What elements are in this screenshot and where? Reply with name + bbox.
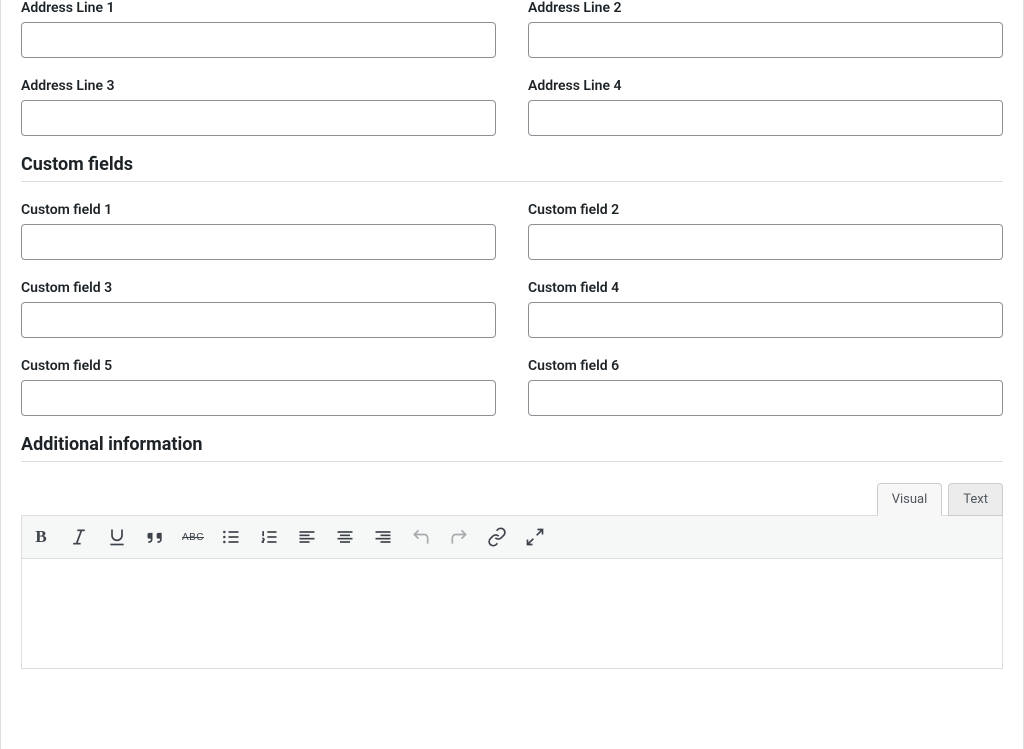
custom-field-1-label: Custom field 1: [21, 202, 496, 218]
numbered-list-icon: [259, 527, 279, 547]
redo-button[interactable]: [444, 522, 474, 552]
underline-button[interactable]: [102, 522, 132, 552]
additional-info-heading: Additional information: [21, 434, 1003, 455]
address-line-1-input[interactable]: [21, 22, 496, 58]
fullscreen-icon: [525, 527, 545, 547]
address-line-3-label: Address Line 3: [21, 78, 496, 94]
undo-icon: [411, 527, 431, 547]
editor-tab-visual[interactable]: Visual: [877, 483, 943, 516]
underline-icon: [107, 527, 127, 547]
fullscreen-button[interactable]: [520, 522, 550, 552]
redo-icon: [449, 527, 469, 547]
address-line-1-label: Address Line 1: [21, 0, 496, 16]
undo-button[interactable]: [406, 522, 436, 552]
custom-field-4-input[interactable]: [528, 302, 1003, 338]
section-divider: [21, 181, 1003, 182]
align-center-button[interactable]: [330, 522, 360, 552]
bold-icon: B: [35, 527, 46, 547]
custom-field-2-label: Custom field 2: [528, 202, 1003, 218]
custom-field-5-label: Custom field 5: [21, 358, 496, 374]
editor-content[interactable]: [21, 559, 1003, 669]
address-fields-grid: Address Line 1 Address Line 2 Address Li…: [21, 0, 1003, 136]
strikethrough-icon: ABC: [182, 532, 204, 543]
bullet-list-icon: [221, 527, 241, 547]
form-panel: Address Line 1 Address Line 2 Address Li…: [0, 0, 1024, 749]
custom-field-6-label: Custom field 6: [528, 358, 1003, 374]
custom-field-3-input[interactable]: [21, 302, 496, 338]
address-line-3-input[interactable]: [21, 100, 496, 136]
bullet-list-button[interactable]: [216, 522, 246, 552]
custom-field-5-input[interactable]: [21, 380, 496, 416]
align-left-button[interactable]: [292, 522, 322, 552]
address-line-2-input[interactable]: [528, 22, 1003, 58]
link-button[interactable]: [482, 522, 512, 552]
align-center-icon: [335, 527, 355, 547]
editor-toolbar: B ABC: [21, 515, 1003, 559]
bold-button[interactable]: B: [26, 522, 56, 552]
custom-field-4-label: Custom field 4: [528, 280, 1003, 296]
rich-text-editor: Visual Text B ABC: [21, 482, 1003, 669]
address-line-4-label: Address Line 4: [528, 78, 1003, 94]
custom-fields-heading: Custom fields: [21, 154, 1003, 175]
address-line-2-label: Address Line 2: [528, 0, 1003, 16]
align-right-button[interactable]: [368, 522, 398, 552]
editor-tab-text[interactable]: Text: [948, 483, 1003, 516]
align-right-icon: [373, 527, 393, 547]
custom-field-3-label: Custom field 3: [21, 280, 496, 296]
section-divider: [21, 461, 1003, 462]
italic-icon: [69, 527, 89, 547]
link-icon: [487, 527, 507, 547]
numbered-list-button[interactable]: [254, 522, 284, 552]
italic-button[interactable]: [64, 522, 94, 552]
custom-field-2-input[interactable]: [528, 224, 1003, 260]
blockquote-button[interactable]: [140, 522, 170, 552]
blockquote-icon: [145, 527, 165, 547]
strikethrough-button[interactable]: ABC: [178, 522, 208, 552]
custom-field-1-input[interactable]: [21, 224, 496, 260]
editor-tabs: Visual Text: [21, 482, 1003, 515]
custom-fields-grid: Custom field 1 Custom field 2 Custom fie…: [21, 202, 1003, 416]
align-left-icon: [297, 527, 317, 547]
address-line-4-input[interactable]: [528, 100, 1003, 136]
custom-field-6-input[interactable]: [528, 380, 1003, 416]
